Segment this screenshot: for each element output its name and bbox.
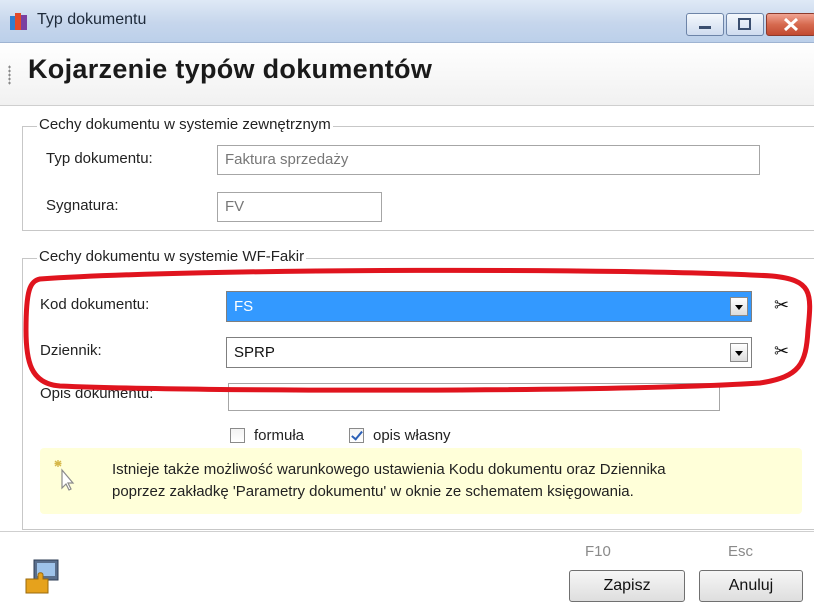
external-group-legend: Cechy dokumentu w systemie zewnętrznym <box>37 116 333 133</box>
close-icon <box>783 17 799 32</box>
puzzle-computer-icon <box>25 559 59 594</box>
minimize-button[interactable] <box>686 13 724 36</box>
info-box: Istnieje także możliwość warunkowego ust… <box>40 448 802 514</box>
description-label: Opis dokumentu: <box>40 385 154 402</box>
scissors-icon[interactable]: ✂ <box>774 341 789 362</box>
cancel-shortcut-hint: Esc <box>728 543 754 560</box>
code-label: Kod dokumentu: <box>40 296 150 313</box>
signature-label: Sygnatura: <box>46 197 119 214</box>
sparkle-cursor-icon <box>54 460 75 491</box>
formula-label: formuła <box>254 427 305 444</box>
info-text: Istnieje także możliwość warunkowego ust… <box>112 459 666 503</box>
window-title: Typ dokumentu <box>37 11 147 28</box>
code-dropdown-arrow-icon[interactable] <box>730 297 748 316</box>
maximize-icon <box>738 18 751 30</box>
signature-field[interactable]: FV <box>217 192 382 222</box>
save-shortcut-hint: F10 <box>585 543 611 560</box>
save-button[interactable]: Zapisz <box>569 570 685 602</box>
info-line-2: poprzez zakładkę 'Parametry dokumentu' w… <box>112 483 634 500</box>
own-description-checkbox[interactable] <box>349 428 364 443</box>
doc-type-field[interactable]: Faktura sprzedaży <box>217 145 760 175</box>
wf-group-legend: Cechy dokumentu w systemie WF-Fakir <box>37 248 307 265</box>
drag-grip <box>8 65 11 85</box>
title-bar: Typ dokumentu <box>0 0 814 43</box>
book-stack-icon <box>10 13 27 30</box>
maximize-button[interactable] <box>726 13 764 36</box>
external-system-group: Cechy dokumentu w systemie zewnętrznym <box>22 116 814 231</box>
journal-dropdown-arrow-icon[interactable] <box>730 343 748 362</box>
own-description-label: opis własny <box>373 427 451 444</box>
minimize-icon <box>699 26 711 29</box>
cancel-button[interactable]: Anuluj <box>699 570 803 602</box>
page-title: Kojarzenie typów dokumentów <box>28 54 433 84</box>
close-button[interactable] <box>766 13 814 36</box>
journal-label: Dziennik: <box>40 342 102 359</box>
footer-divider <box>0 531 814 532</box>
scissors-icon[interactable]: ✂ <box>774 295 789 316</box>
description-field[interactable] <box>228 383 720 411</box>
dialog-header: Kojarzenie typów dokumentów <box>0 43 814 106</box>
code-value: FS <box>234 298 254 315</box>
formula-checkbox[interactable] <box>230 428 245 443</box>
code-combobox[interactable]: FS <box>226 291 752 322</box>
journal-value: SPRP <box>234 344 275 361</box>
doc-type-label: Typ dokumentu: <box>46 150 153 167</box>
journal-combobox[interactable]: SPRP <box>226 337 752 368</box>
info-line-1: Istnieje także możliwość warunkowego ust… <box>112 461 666 478</box>
